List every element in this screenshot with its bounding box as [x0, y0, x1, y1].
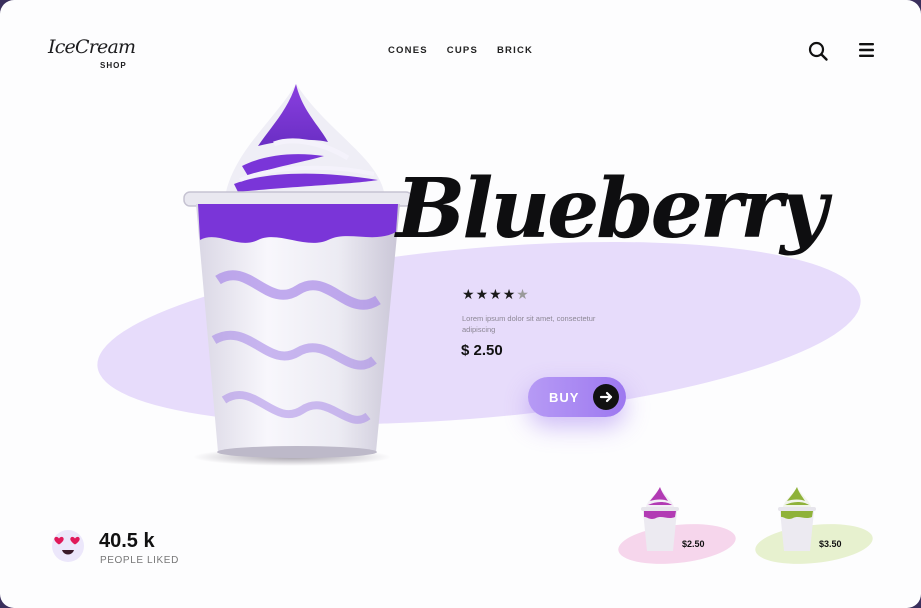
- hero-price: $ 2.50: [461, 342, 503, 359]
- product-price: $2.50: [682, 539, 705, 549]
- menu-button[interactable]: [857, 41, 877, 59]
- rating-stars: ★ ★ ★ ★ ★: [462, 287, 529, 301]
- hamburger-menu-icon: [859, 43, 874, 57]
- brand-logo[interactable]: IceCream SHOP: [48, 36, 148, 76]
- app-frame: IceCream SHOP CONES CUPS BRICK Blueberry…: [0, 0, 921, 608]
- hero-description: Lorem ipsum dolor sit amet, consectetur …: [462, 314, 596, 334]
- heart-eyes-emoji-icon: [52, 530, 84, 562]
- buy-button-label: BUY: [549, 390, 580, 405]
- product-card-green[interactable]: $3.50: [753, 485, 875, 575]
- nav-link-cups[interactable]: CUPS: [447, 45, 478, 56]
- product-price: $3.50: [819, 539, 842, 549]
- search-button[interactable]: [807, 40, 829, 62]
- star-icon: ★: [502, 286, 516, 302]
- brand-sub-text: SHOP: [100, 61, 127, 70]
- search-icon: [808, 41, 828, 61]
- star-empty-icon: ★: [516, 286, 529, 302]
- buy-button[interactable]: BUY: [528, 377, 626, 417]
- nav-link-brick[interactable]: BRICK: [497, 45, 533, 56]
- product-card-pink[interactable]: $2.50: [616, 485, 738, 575]
- star-icon: ★: [475, 286, 489, 302]
- likes-count: 40.5 k: [99, 530, 155, 552]
- likes-label: PEOPLE LIKED: [100, 555, 179, 566]
- nav-link-cones[interactable]: CONES: [388, 45, 428, 56]
- blueberry-cup-image: [183, 84, 413, 458]
- star-icon: ★: [489, 286, 502, 302]
- pink-cup-image: [641, 487, 679, 551]
- brand-script-text: IceCream: [48, 36, 136, 58]
- green-cup-image: [778, 487, 816, 551]
- hero-flavor-title: Blueberry: [396, 161, 828, 257]
- star-icon: ★: [462, 286, 475, 302]
- arrow-right-icon: [593, 384, 619, 410]
- main-nav: CONES CUPS BRICK: [388, 45, 533, 56]
